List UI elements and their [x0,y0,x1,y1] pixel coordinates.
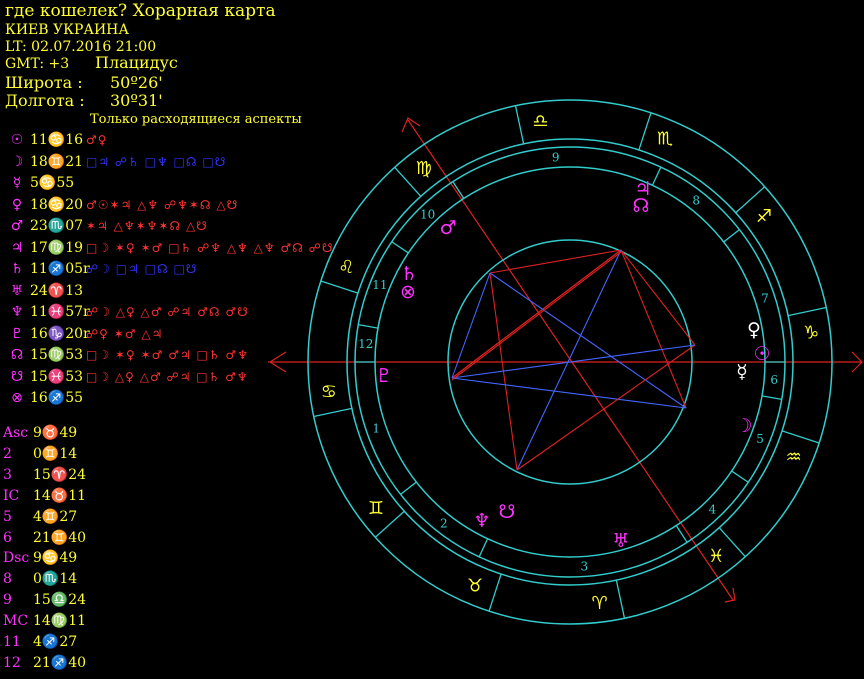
mc-ic-axis [407,119,734,601]
aspect-line [451,251,622,381]
sign-divider [638,112,652,151]
aspect-lines [451,249,696,471]
aspect-line [516,249,622,471]
sign-divider [615,579,626,619]
planet-icon: ☿ [736,361,748,383]
house-cusp [731,470,749,483]
house-number: 10 [420,208,435,222]
house-number: 11 [372,278,387,292]
zodiac-sign-icon: ♎ [532,111,548,132]
house-number: 4 [709,502,717,516]
sign-divider [313,407,353,418]
planet-icon: ⊗ [400,281,416,303]
house-cusp [761,395,782,400]
zodiac-sign-icon: ♑ [803,322,819,343]
zodiac-sign-icon: ♉ [467,576,483,597]
planet-icon: ♀ [747,319,761,341]
zodiac-sign-icon: ♓ [708,546,724,567]
planet-icon: ☉ [753,343,770,365]
house-number: 12 [358,337,373,351]
zodiac-sign-icon: ♌ [338,257,354,278]
house-cusp [723,229,740,243]
house-cusp [358,324,379,329]
sign-divider [488,573,502,612]
house-number: 8 [692,193,700,207]
aspect-line [489,249,622,274]
zodiac-sign-icon: ♐ [756,206,772,227]
house-number: 9 [552,150,560,164]
house-cusp [452,181,465,199]
zodiac-sign-icon: ♏ [657,128,673,149]
aspect-line [451,377,687,409]
aspect-line [489,272,687,409]
house-number: 6 [770,373,778,387]
zodiac-sign-icon: ♋ [321,382,337,403]
aspect-line [620,249,696,346]
house-number: 3 [580,560,588,574]
house-number: 1 [372,422,380,436]
planet-icon: ♇ [375,365,392,387]
sign-divider [320,280,359,294]
house-cusp [675,525,688,543]
chart-wheel: ♎♍♌♋♊♉♈♓♒♑♐♏ 123456789101112 ♃☊♂♄⊗♀☉☿☽♅♆… [268,99,863,625]
aspect-line [516,344,696,471]
asc-dsc-axis [268,117,863,603]
house-number: 7 [761,292,769,306]
planet-icon: ♂ [439,217,456,239]
house-number: 2 [440,517,448,531]
house-cusp [400,481,417,495]
planet-icon: ☋ [499,501,516,523]
zodiac-sign-icon: ♈ [592,593,608,614]
house-cusp [478,538,489,558]
sign-divider [787,306,827,317]
house-cusp [651,166,662,186]
house-cusp [391,241,409,254]
zodiac-sign-icon: ♍ [416,158,432,179]
planet-icon: ☊ [633,195,650,217]
zodiac-sign-icon: ♒ [786,447,802,468]
sign-divider [781,430,820,444]
planet-icon: ☽ [735,415,752,437]
planet-icon: ♅ [612,530,629,552]
zodiac-sign-icon: ♊ [368,498,384,519]
house-number: 5 [756,432,764,446]
planet-icon: ♆ [473,510,490,532]
sign-divider [514,105,525,145]
